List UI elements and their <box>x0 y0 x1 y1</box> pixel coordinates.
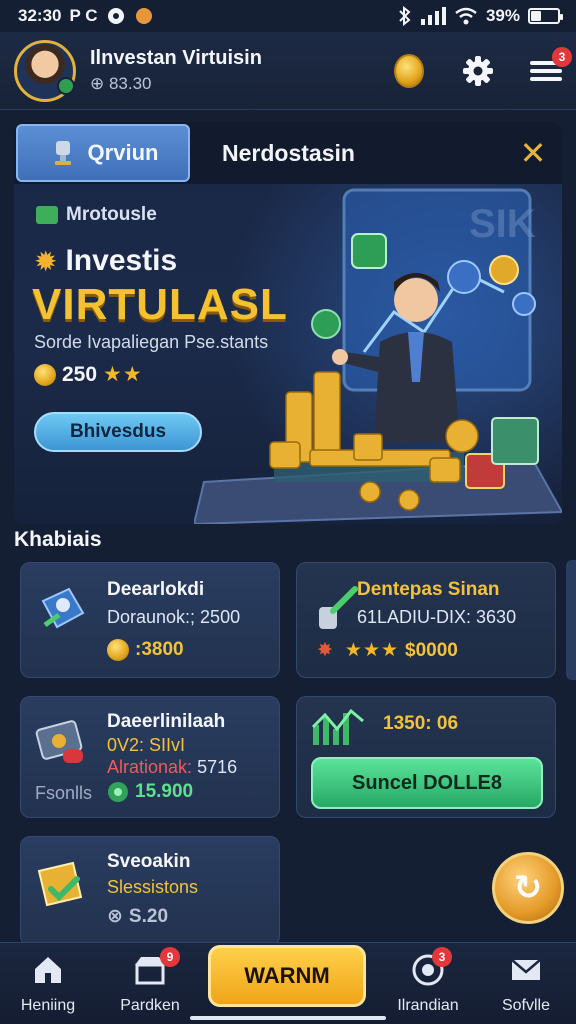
coin-icon <box>107 639 129 661</box>
investment-card[interactable]: Daeerlinilaah 0V2: SIIvI Alrationak: 571… <box>20 696 280 818</box>
floating-cash-icon <box>351 233 387 269</box>
battery-level <box>531 11 542 21</box>
hero-tabs: Qrviun Nerdostasin ✕ <box>14 122 562 184</box>
close-icon[interactable]: ✕ <box>508 128 558 178</box>
nav-item-target[interactable]: 3 Ilrandian <box>380 947 476 1019</box>
hero-panel: Qrviun Nerdostasin ✕ Mrotousle ✹ Investi… <box>14 122 562 524</box>
trade-card: 1350: 06 Suncel DOLLE8 <box>296 696 556 818</box>
gold-coin-icon[interactable] <box>394 53 424 88</box>
bluetooth-icon <box>399 6 411 26</box>
nav-label: Pardken <box>120 997 180 1014</box>
hero-category-label: Mrotousle <box>66 204 157 225</box>
tab-other[interactable]: Nerdostasin <box>222 140 508 167</box>
green-coin-icon <box>108 782 128 802</box>
card-line: Doraunok:; 2500 <box>107 607 241 627</box>
nav-center-button[interactable]: WARNM <box>208 945 366 1007</box>
tab-active-label: Qrviun <box>87 140 159 165</box>
nav-badge: 9 <box>160 947 180 967</box>
card-value: $0000 <box>405 639 458 661</box>
hero-cta-button[interactable]: Bhivesdus <box>34 412 202 452</box>
user-balance: ⊕ 83.30 <box>90 74 152 93</box>
floating-coin-icon <box>489 255 519 285</box>
signal-icon <box>420 7 446 25</box>
card-stars: ★★★ <box>344 640 400 661</box>
card-title: Dentepas Sinan <box>357 579 500 600</box>
hero-reward-stars: ★★ <box>103 363 143 386</box>
map-pin-icon <box>41 587 85 629</box>
section-title: Khabiais <box>14 528 102 551</box>
card-value-row: :3800 <box>107 639 184 661</box>
card-value: 15.900 <box>135 781 194 802</box>
app-header: Ilnvestan Virtuisin ⊕ 83.30 3 <box>0 32 576 110</box>
investment-card[interactable]: Dentepas Sinan 61LADIU-DIX: 3630 ✸ ★★★ $… <box>296 562 556 678</box>
hero-category: Mrotousle <box>36 204 157 226</box>
card-title: Sveoakin <box>107 851 191 872</box>
hero-kicker: ✹ Investis <box>34 244 177 278</box>
menu-icon[interactable]: 3 <box>530 46 572 85</box>
nav-label: Sofvlle <box>501 997 551 1014</box>
mail-icon <box>511 959 541 980</box>
clock-icon: ⊗ <box>107 906 123 927</box>
status-time: 32:30 <box>18 6 62 25</box>
card-footer-label: Fsonlls <box>35 783 93 803</box>
home-icon <box>35 957 61 983</box>
cash-icon <box>36 206 58 224</box>
side-panel-tab[interactable] <box>566 560 576 680</box>
gear-icon[interactable] <box>462 55 494 87</box>
floating-chart-icon <box>447 260 481 294</box>
nav-item-home[interactable]: Heniing <box>0 953 96 1019</box>
battery-percent: 39% <box>485 6 520 25</box>
bottom-navigation: Heniing 9 Pardken WARNM 3 Ilrandian Sofv… <box>0 942 576 1024</box>
card-line: Slessistons <box>107 877 199 897</box>
card-line-b: Alrationak: 5716 <box>107 757 237 778</box>
nav-label: Heniing <box>20 997 76 1014</box>
card-value-row: ⊗ S.20 <box>107 905 168 928</box>
nav-badge: 3 <box>432 947 452 967</box>
hero-reward: 250 ★★ <box>34 362 143 387</box>
card-line-b-label: Alrationak: <box>107 757 193 777</box>
wallet-icon <box>35 720 83 763</box>
user-name: Ilnvestan Virtuisin <box>90 47 262 69</box>
nav-item-store[interactable]: 9 Pardken <box>102 947 198 1019</box>
card-title: Deearlokdi <box>107 579 205 600</box>
investment-card[interactable]: Sveoakin Slessistons ⊗ S.20 <box>20 836 280 946</box>
card-value-row: 15.900 <box>107 781 193 803</box>
hero-kicker-text: Investis <box>65 244 178 277</box>
refresh-fab[interactable]: ↻ <box>492 852 564 924</box>
status-left-glyphs: P C <box>69 6 98 25</box>
trophy-icon <box>54 141 71 165</box>
wifi-icon <box>455 7 477 25</box>
user-info: Ilnvestan Virtuisin ⊕ 83.30 <box>90 47 394 94</box>
card-value: S.20 <box>128 905 169 927</box>
card-value-row: ✸ ★★★ $0000 <box>317 639 458 662</box>
burst-icon: ✸ <box>317 640 333 661</box>
nav-item-mail[interactable]: Sofvlle <box>478 953 574 1019</box>
sell-button[interactable]: Suncel DOLLE8 <box>311 757 543 809</box>
card-line-a: 0V2: SIIvI <box>107 735 186 755</box>
card-value: :3800 <box>135 639 184 660</box>
card-line-b-value: 5716 <box>197 757 238 777</box>
home-indicator[interactable] <box>190 1016 386 1020</box>
folder-check-icon <box>37 861 83 907</box>
notification-icon <box>107 8 124 24</box>
tab-active[interactable]: Qrviun <box>16 124 190 182</box>
investor-illustration: SIK <box>194 188 562 524</box>
investment-card[interactable]: Deearlokdi Doraunok:; 2500 :3800 <box>20 562 280 678</box>
bar-chart-icon <box>311 708 364 745</box>
coin-icon <box>34 363 56 386</box>
nav-label: Ilrandian <box>397 997 459 1014</box>
avatar[interactable] <box>14 39 76 102</box>
online-badge <box>57 76 75 95</box>
menu-notification-badge: 3 <box>552 46 572 67</box>
app-icon <box>135 8 152 24</box>
hero-reward-value: 250 <box>62 362 98 386</box>
card-title: Daeerlinilaah <box>107 711 226 732</box>
card-line: 61LADIU-DIX: 3630 <box>357 607 517 627</box>
illustration-badge-text: SIK <box>469 202 536 246</box>
card-headline: 1350: 06 <box>383 713 459 734</box>
sun-star-icon: ✹ <box>34 245 58 277</box>
floating-leaf-icon <box>311 309 341 339</box>
battery-icon <box>528 8 563 24</box>
status-bar: 32:30 P C 39% <box>0 0 576 32</box>
